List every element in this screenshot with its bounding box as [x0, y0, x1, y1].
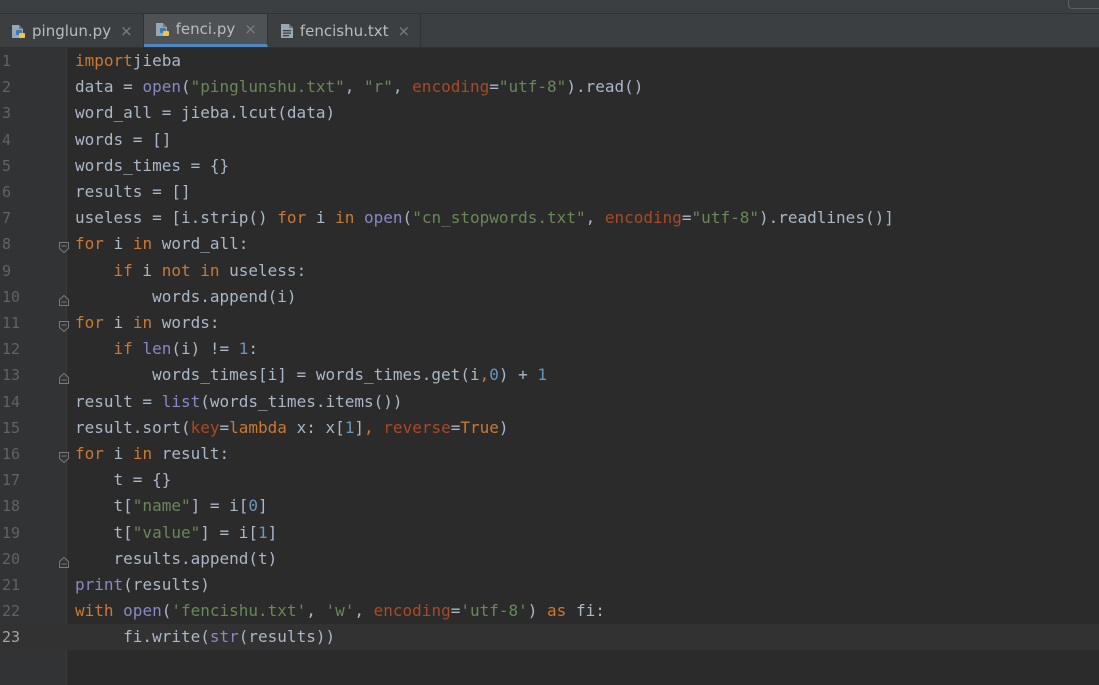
code-line[interactable]: 16 for i in result:	[0, 441, 1099, 467]
line-number: 5	[2, 156, 12, 175]
code-line[interactable]: 7 useless = [i.strip() for i in open("cn_…	[0, 205, 1099, 231]
code-text: result.sort(key=lambda x: x[1], reverse=…	[75, 417, 509, 437]
code-text: data = open("pinglunshu.txt", "r", encod…	[75, 77, 644, 97]
fold-collapse-icon[interactable]	[59, 448, 69, 464]
code-line[interactable]: 19 t["value"] = i[1]	[0, 520, 1099, 546]
code-line[interactable]: 14 result = list(words_times.items())	[0, 389, 1099, 415]
code-line[interactable]: 17 t = {}	[0, 467, 1099, 493]
close-icon[interactable]: ×	[120, 22, 133, 40]
code-text: words_times[i] = words_times.get(i,0) + …	[75, 365, 548, 385]
code-text: if i not in useless:	[113, 260, 307, 280]
line-number: 16	[2, 445, 21, 463]
code-line[interactable]: 8 for i in word_all:	[0, 231, 1099, 257]
close-icon[interactable]: ×	[244, 20, 257, 38]
code-line[interactable]: 4 words = []	[0, 127, 1099, 153]
line-number: 6	[2, 183, 12, 201]
code-text: print(results)	[75, 575, 210, 594]
python-file-icon	[154, 20, 172, 38]
code-line[interactable]: 21 print(results)	[0, 572, 1099, 598]
line-number: 12	[2, 340, 21, 359]
tab-label: fencishu.txt	[299, 21, 389, 40]
code-line[interactable]: 10 words.append(i)	[0, 284, 1099, 310]
line-number: 2	[2, 78, 12, 97]
line-number: 22	[2, 602, 21, 621]
line-number: 23	[2, 628, 21, 647]
code-line[interactable]: 22 with open('fencishu.txt', 'w', encodin…	[0, 598, 1099, 624]
code-text: results = []	[75, 182, 191, 201]
text-file-icon	[278, 22, 296, 40]
code-text: for i in word_all:	[75, 234, 249, 254]
code-line[interactable]: 5 words_times = {}	[0, 153, 1099, 179]
tab-label: pinglun.py	[32, 21, 112, 40]
line-number: 14	[2, 392, 21, 411]
code-text: for i in words:	[75, 313, 220, 332]
code-line[interactable]: 23 fi.write(str(results))	[0, 624, 1099, 651]
line-number: 4	[2, 130, 12, 149]
code-text: useless = [i.strip() for i in open("cn_s…	[75, 208, 894, 228]
code-line[interactable]: 12 if len(i) != 1:	[0, 336, 1099, 362]
code-text: t = {}	[75, 470, 172, 490]
code-line[interactable]: 15 result.sort(key=lambda x: x[1], revers…	[0, 415, 1099, 441]
code-text: with open('fencishu.txt', 'w', encoding=…	[75, 601, 605, 621]
line-number: 19	[2, 523, 21, 542]
code-text: if len(i) != 1:	[113, 339, 259, 359]
code-text: for i in result:	[75, 444, 230, 463]
line-number: 1	[2, 52, 12, 70]
tab-label: fenci.py	[175, 20, 236, 38]
fold-end-icon[interactable]	[59, 291, 69, 306]
line-number: 13	[2, 366, 21, 385]
line-number: 17	[2, 471, 21, 490]
code-text: t["name"] = i[0]	[75, 496, 268, 516]
line-number: 10	[2, 287, 21, 306]
code-line[interactable]: 2 data = open("pinglunshu.txt", "r", enco…	[0, 74, 1099, 100]
code-text: words = []	[75, 129, 172, 149]
code-line[interactable]: 20 results.append(t)	[0, 546, 1099, 572]
code-text: words.append(i)	[75, 286, 297, 306]
window-top-strip	[0, 0, 1099, 14]
code-line[interactable]: 6 results = []	[0, 179, 1099, 205]
code-text: fi.write(str(results))	[75, 627, 336, 647]
code-text: words_times = {}	[75, 155, 230, 175]
line-number: 3	[2, 104, 12, 123]
line-number: 21	[2, 576, 21, 594]
code-line[interactable]: 3 word_all = jieba.lcut(data)	[0, 100, 1099, 126]
tab-pinglun-py[interactable]: pinglun.py ×	[0, 14, 144, 47]
python-file-icon	[10, 22, 28, 40]
code-line[interactable]: 18 t["name"] = i[0]	[0, 493, 1099, 519]
code-line[interactable]: 13 words_times[i] = words_times.get(i,0)…	[0, 362, 1099, 388]
code-text: word_all = jieba.lcut(data)	[75, 103, 336, 123]
code-line[interactable]: 1 importjieba	[0, 48, 1099, 74]
code-line[interactable]: 9 if i not in useless:	[0, 258, 1099, 284]
toolbar-corner	[1068, 0, 1099, 9]
editor-tab-bar: pinglun.py × fenci.py × fencishu.txt ×	[0, 14, 1099, 48]
fold-collapse-icon[interactable]	[59, 238, 69, 254]
line-number: 8	[2, 235, 12, 254]
line-number: 7	[2, 209, 12, 228]
code-text: results.append(t)	[75, 548, 278, 568]
fold-end-icon[interactable]	[59, 369, 69, 385]
fold-collapse-icon[interactable]	[59, 317, 69, 333]
tab-fenci-py[interactable]: fenci.py ×	[143, 14, 268, 47]
code-text: t["value"] = i[1]	[75, 522, 278, 542]
line-number: 11	[2, 314, 21, 332]
code-text: importjieba	[75, 51, 181, 70]
code-text: result = list(words_times.items())	[75, 391, 403, 411]
line-number: 18	[2, 497, 21, 516]
line-number: 15	[2, 418, 21, 437]
line-number: 9	[2, 261, 12, 280]
close-icon[interactable]: ×	[398, 22, 411, 40]
line-number: 20	[2, 549, 21, 568]
tab-fencishu-txt[interactable]: fencishu.txt ×	[268, 14, 422, 47]
fold-end-icon[interactable]	[59, 553, 69, 568]
code-line[interactable]: 11 for i in words:	[0, 310, 1099, 336]
